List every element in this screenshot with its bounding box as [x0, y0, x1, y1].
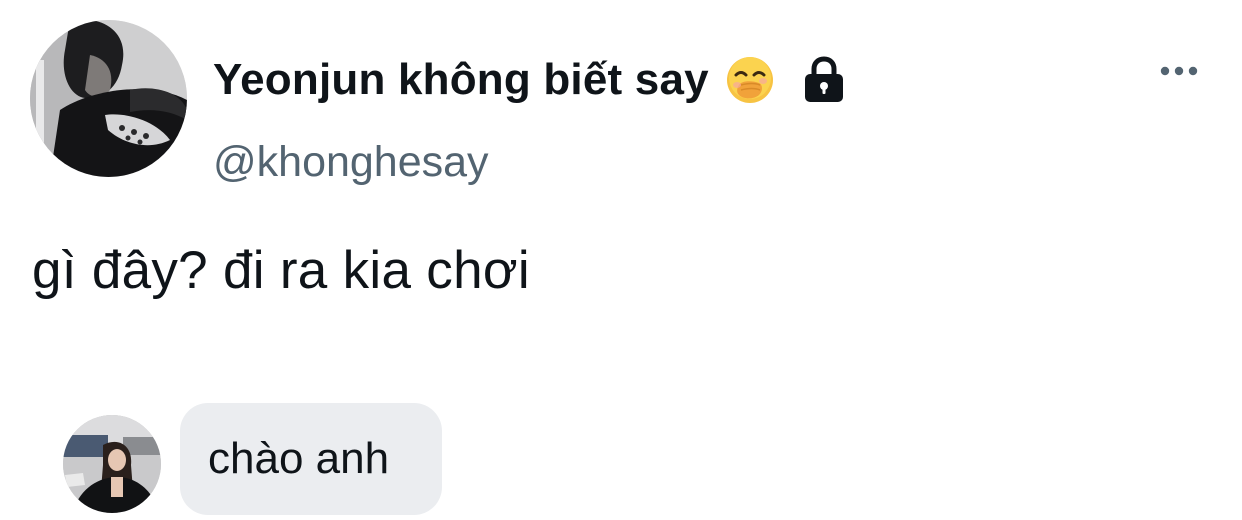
face-with-hand-over-mouth-icon — [725, 55, 775, 105]
author-avatar[interactable] — [30, 20, 187, 177]
more-options-icon — [1159, 64, 1199, 82]
reply-text: chào anh — [208, 434, 390, 483]
tweet-text: gì đây? đi ra kia chơi — [32, 241, 530, 300]
author-handle[interactable]: @khonghesay — [213, 138, 489, 187]
more-options-button[interactable] — [1154, 56, 1204, 90]
display-name-text: Yeonjun không biết say — [213, 55, 709, 104]
lock-icon — [799, 55, 849, 105]
author-display-name[interactable]: Yeonjun không biết say — [213, 50, 849, 110]
tweet-card: Yeonjun không biết say @khonghesay gì đâ… — [0, 0, 1242, 520]
reply-avatar[interactable] — [63, 415, 161, 513]
reply-bubble[interactable]: chào anh — [180, 403, 442, 515]
